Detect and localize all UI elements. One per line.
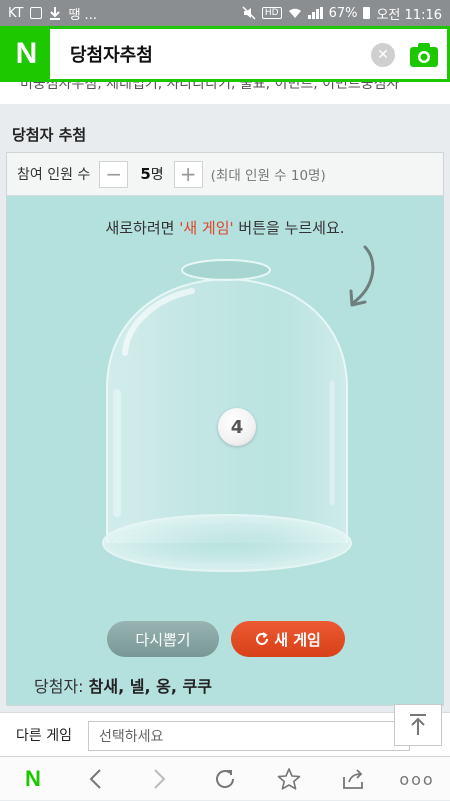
forward-button[interactable] (135, 757, 185, 801)
more-icon[interactable]: ooo (392, 757, 442, 801)
browser-toolbar: N ooo (0, 756, 450, 800)
carrier-label: KT (8, 5, 24, 21)
mute-icon (242, 6, 256, 20)
signal-icon (307, 7, 323, 19)
curved-arrow-icon (349, 245, 375, 307)
instruction-highlight: '새 게임' (179, 219, 234, 237)
other-game-label: 다른 게임 (16, 727, 72, 744)
notification-text: 땡 ... (68, 7, 97, 23)
arrow-up-icon (410, 714, 426, 735)
share-icon (343, 769, 363, 789)
winners-names: 참새, 넬, 옹, 쿠쿠 (88, 677, 212, 696)
search-bar: N 당첨자추첨 ✕ (0, 26, 450, 82)
lottery-ball: 4 (218, 408, 256, 446)
search-input[interactable]: 당첨자추첨 (70, 41, 153, 67)
winners-line: 당첨자: 참새, 넬, 옹, 쿠쿠 (34, 673, 212, 697)
decrease-button[interactable]: − (99, 160, 129, 188)
game-select[interactable]: 선택하세요 (88, 721, 410, 751)
wifi-icon (288, 8, 301, 18)
section-title: 당첨자 추첨 (12, 126, 87, 144)
naver-logo[interactable]: N (3, 29, 50, 79)
reload-icon (216, 770, 235, 788)
reload-button[interactable] (200, 757, 250, 801)
participant-unit: 명 (150, 167, 164, 183)
back-icon (89, 769, 101, 789)
camera-icon[interactable] (409, 42, 439, 68)
redraw-button[interactable]: 다시뽑기 (107, 621, 219, 657)
share-button[interactable] (328, 757, 378, 801)
close-icon[interactable]: ✕ (371, 43, 395, 67)
increase-button[interactable]: + (173, 160, 203, 188)
participant-count: 5 (140, 165, 151, 183)
refresh-icon (256, 632, 269, 645)
battery-icon (363, 7, 371, 19)
participant-controls: 참여 인원 수 − 5 명 + (최대 인원 수 10명) (7, 153, 443, 196)
battery-percent: 67% (328, 5, 358, 21)
image-icon (30, 7, 43, 19)
star-icon (277, 768, 301, 790)
hd-icon: HD (261, 7, 282, 19)
instruction-text: 새로하려면 '새 게임' 버튼을 누르세요. (105, 219, 345, 237)
winners-label: 당첨자: (34, 677, 84, 696)
scroll-top-button[interactable] (394, 704, 442, 746)
scrolled-tags: 미중점사우점, 제네법기, 사다다다기, 물표, 이민트, 이민트중점사 (0, 82, 450, 104)
status-bar: KT 땡 ... HD 67% 오전 11:16 (0, 0, 450, 26)
other-game-row: 다른 게임 선택하세요 (0, 712, 450, 756)
max-participants-note: (최대 인원 수 10명) (210, 168, 326, 184)
clock: 오전 11:16 (376, 7, 442, 23)
new-game-label: 새 게임 (274, 630, 321, 649)
home-button[interactable]: N (8, 757, 58, 801)
draw-panel: 참여 인원 수 − 5 명 + (최대 인원 수 10명) 새로하려면 '새 게… (6, 152, 444, 706)
download-icon (50, 7, 61, 20)
bookmark-button[interactable] (264, 757, 314, 801)
new-game-button[interactable]: 새 게임 (231, 621, 345, 657)
forward-icon (154, 769, 166, 789)
back-button[interactable] (70, 757, 120, 801)
participants-label: 참여 인원 수 (17, 167, 91, 183)
